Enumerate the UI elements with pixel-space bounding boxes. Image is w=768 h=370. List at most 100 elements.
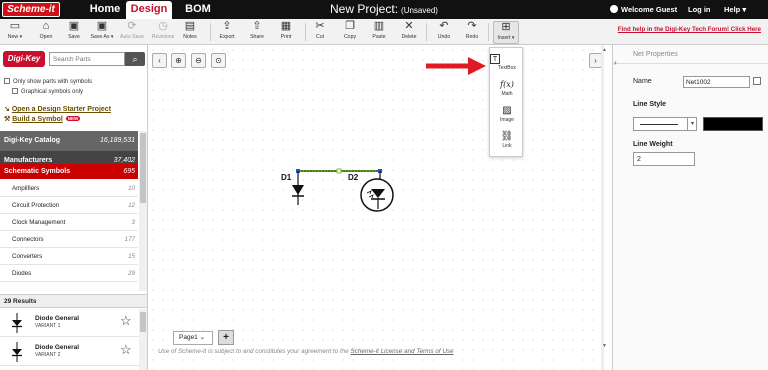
star-icon[interactable]: ☆ [120,342,132,358]
toolbar-copy-button[interactable]: ❐ Copy [339,21,361,44]
print-icon: ▦ [280,20,292,32]
list-item-label: Converters [12,253,43,260]
scroll-up-icon[interactable]: ▲ [602,47,607,53]
login-link[interactable]: Log in [688,0,711,19]
toolbar-notes-button[interactable]: ▤ Notes [180,21,200,44]
list-item[interactable]: Circuit Protection 12 [0,197,138,214]
list-item-label: Amplifiers [12,185,40,192]
collapse-panel-icon[interactable]: › [614,58,617,67]
schematic-canvas[interactable]: D1 D2 ‹ ⊕ ⊖ ⊙ › ▲ ▼ Page1 ⌄ + Use of Sch… [148,45,607,370]
line-style-select[interactable]: ▾ [633,117,697,131]
net-midpoint-handle[interactable] [336,168,342,174]
toolbar-button-label: Insert ▾ [497,35,515,41]
list-item[interactable]: Amplifiers 10 [0,180,138,197]
insert-textbox-item[interactable]: T TextBox [490,54,524,71]
star-icon[interactable]: ☆ [120,313,132,329]
insert-dropdown-menu: T TextBox f(x) Math ▨ Image ⛓ Link [489,47,523,157]
graphical-only-option[interactable]: Graphical symbols only [12,88,83,95]
nav-bom-tab[interactable]: BOM [180,0,216,19]
insert-math-item[interactable]: f(x) Math [490,79,524,97]
canvas-scrollbar[interactable] [601,45,604,370]
scheme-it-logo[interactable]: Scheme-it [2,2,60,17]
name-visible-checkbox[interactable] [753,77,761,85]
list-item[interactable]: Connectors 177 [0,231,138,248]
line-color-picker[interactable] [703,117,763,131]
search-icon[interactable]: ⌕ [125,52,145,66]
export-icon: ⇪ [222,20,232,32]
insert-icon: ⊞ [501,21,511,33]
help-menu[interactable]: Help ▾ [724,0,746,19]
nav-design-tab[interactable]: Design [126,1,172,19]
add-page-button[interactable]: + [218,330,234,345]
result-row[interactable]: Diode General VARIANT 2 ☆ [0,338,139,366]
results-scrollbar[interactable] [139,309,147,370]
scroll-down-icon[interactable]: ▼ [602,343,607,349]
insert-link-item[interactable]: ⛓ Link [490,131,524,149]
nav-home-tab[interactable]: Home [78,0,132,19]
list-item[interactable]: Converters 15 [0,248,138,265]
parts-panel: Digi-Key ⌕ Only show parts with symbols … [0,45,148,370]
project-name: New Project: [330,2,399,16]
category-digikey-catalog[interactable]: Digi-Key Catalog 16,189,531 [0,131,138,151]
zoom-out-button[interactable]: ⊖ [191,53,206,68]
search-input[interactable] [49,52,125,66]
design-starter-link[interactable]: ↘ Open a Design Starter Project [4,105,111,113]
line-weight-field[interactable] [633,152,695,166]
starter-link-label: Open a Design Starter Project [11,106,112,113]
toolbar-undo-button[interactable]: ↶ Undo [433,21,455,44]
list-item[interactable]: Clock Management 3 [0,214,138,231]
scrollbar-thumb[interactable] [140,133,146,203]
diode-d2[interactable] [360,171,394,212]
toolbar-autosave-button[interactable]: ⟳ Auto Save [118,21,146,44]
only-parts-with-symbols-option[interactable]: Only show parts with symbols [4,78,92,85]
toolbar-export-button[interactable]: ⇪ Export [215,21,239,44]
build-symbol-link[interactable]: ⚒ Build a Symbol NEW [4,115,81,123]
zoom-in-button[interactable]: ⊕ [171,53,186,68]
toolbar-cut-button[interactable]: ✂ Cut [311,21,329,44]
collapse-left-panel-button[interactable]: ‹ [152,53,167,68]
welcome-guest-menu[interactable]: Welcome Guest [610,0,677,19]
toolbar-button-label: New ▾ [7,34,23,40]
toolbar-redo-button[interactable]: ↷ Redo [461,21,483,44]
parts-search: ⌕ [49,52,145,66]
category-schematic-symbols[interactable]: Schematic Symbols 695 [0,164,138,179]
toolbar-folder-open-button[interactable]: ⌂ Open [36,21,56,44]
toolbar-insert-button[interactable]: ⊞ Insert ▾ [493,21,519,44]
toolbar-button-label: Redo [465,34,479,40]
list-item-count: 10 [128,185,135,192]
toolbar-delete-button[interactable]: ✕ Delete [398,21,420,44]
solid-line-preview [640,124,678,125]
paste-icon: ▥ [373,20,385,32]
list-item[interactable]: Diodes 29 [0,265,138,282]
toolbar-new-file-button[interactable]: ▭ New ▾ [3,21,27,44]
toolbar-save-as-button[interactable]: ▣ Save As ▾ [89,21,115,44]
net-name-field[interactable] [683,76,750,88]
insert-image-item[interactable]: ▨ Image [490,105,524,123]
category-scrollbar[interactable] [139,131,147,291]
schematic-drawing: D1 D2 [281,168,394,212]
result-variant: VARIANT 2 [35,352,61,358]
cut-icon: ✂ [315,20,325,32]
toolbar-paste-button[interactable]: ▥ Paste [368,21,390,44]
diode-symbol-icon [12,313,22,333]
zoom-fit-button[interactable]: ⊙ [211,53,226,68]
revisions-icon: ◷ [158,20,168,32]
terms-text: Use of Scheme-it is subject to and const… [158,348,351,355]
graphical-only-label: Graphical symbols only [21,89,84,95]
result-name: Diode General [35,344,80,351]
diode-d1[interactable] [292,171,304,205]
toolbar-save-button[interactable]: ▣ Save [64,21,84,44]
toolbar-revisions-button[interactable]: ◷ Revisions [149,21,177,44]
digikey-logo[interactable]: Digi-Key [3,51,45,67]
toolbar-print-button[interactable]: ▦ Print [276,21,296,44]
page-tab[interactable]: Page1 ⌄ [173,331,213,345]
scrollbar-thumb[interactable] [140,312,146,332]
result-row[interactable]: Diode General VARIANT 1 ☆ [0,309,139,337]
forum-help-link[interactable]: Find help in the Digi-Key Tech Forum! Cl… [618,26,761,33]
only-parts-checkbox[interactable] [4,78,10,84]
list-item-label: Connectors [12,236,44,243]
terms-link[interactable]: Scheme-it License and Terms of Use [351,348,454,355]
graphical-only-checkbox[interactable] [12,88,18,94]
insert-item-label: Image [500,117,514,123]
toolbar-share-button[interactable]: ⇧ Share [246,21,268,44]
